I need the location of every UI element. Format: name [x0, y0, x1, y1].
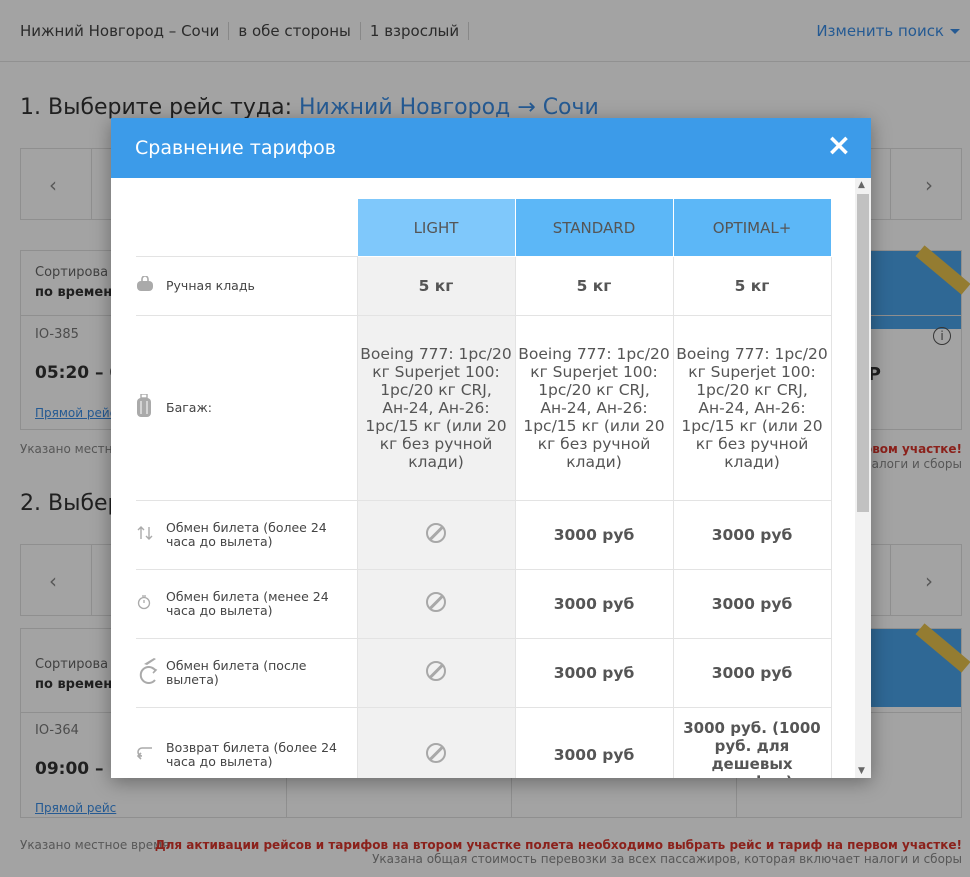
- table-row: Обмен билета (более 24 часа до вылета) 3…: [136, 500, 832, 570]
- column-header-standard: STANDARD: [514, 198, 674, 257]
- table-header-blank: [136, 198, 357, 257]
- row-label: Обмен билета (после вылета): [136, 638, 358, 708]
- hand-luggage-icon: [136, 275, 166, 296]
- table-header-row: LIGHT STANDARD OPTIMAL+: [136, 198, 832, 257]
- row-label: Возврат билета (более 24 часа до вылета): [136, 707, 358, 778]
- table-row: Ручная кладь 5 кг 5 кг 5 кг: [136, 256, 832, 316]
- table-row: Возврат билета (более 24 часа до вылета)…: [136, 707, 832, 778]
- table-row: Багаж: Boeing 777: 1pc/20 кг Superjet 10…: [136, 315, 832, 501]
- fare-comparison-table: LIGHT STANDARD OPTIMAL+ Ручная кладь 5 к…: [136, 198, 832, 778]
- scrollbar-thumb[interactable]: [857, 194, 869, 512]
- row-label-text: Обмен билета (более 24 часа до вылета): [166, 520, 327, 549]
- row-label-text: Возврат билета (более 24 часа до вылета): [166, 739, 337, 769]
- row-label: Ручная кладь: [136, 256, 358, 316]
- cell-optimal: 3000 руб: [672, 638, 832, 708]
- unavailable-icon: [426, 592, 446, 612]
- modal-header: Сравнение тарифов ×: [111, 118, 871, 178]
- modal-scrollbar[interactable]: ▲ ▼: [855, 178, 871, 778]
- unavailable-icon: [426, 523, 446, 543]
- row-label-text: Багаж:: [166, 400, 212, 415]
- table-row: Обмен билета (после вылета) 3000 руб 300…: [136, 638, 832, 708]
- stopwatch-icon: [136, 594, 166, 614]
- cell-optimal: 3000 руб. (1000 руб. для дешевых тарифов…: [672, 707, 832, 778]
- row-label-text: Обмен билета (после вылета): [166, 658, 307, 687]
- close-icon[interactable]: ×: [825, 131, 853, 161]
- modal-title: Сравнение тарифов: [135, 137, 336, 159]
- plane-cycle-icon: [136, 656, 166, 690]
- cell-light-unavailable: [356, 569, 516, 639]
- cell-standard: 3000 руб: [514, 638, 674, 708]
- cell-standard: 3000 руб: [514, 707, 674, 778]
- cell-standard: 3000 руб: [514, 569, 674, 639]
- row-label: Обмен билета (более 24 часа до вылета): [136, 500, 358, 570]
- scroll-up-icon[interactable]: ▲: [858, 180, 865, 190]
- cell-light-unavailable: [356, 500, 516, 570]
- column-header-light: LIGHT: [356, 198, 516, 257]
- cell-standard: 5 кг: [514, 256, 674, 316]
- cell-light-unavailable: [356, 707, 516, 778]
- fare-comparison-modal: Сравнение тарифов × LIGHT STANDARD OPTIM…: [111, 118, 871, 778]
- scroll-down-icon[interactable]: ▼: [858, 766, 865, 776]
- modal-body: LIGHT STANDARD OPTIMAL+ Ручная кладь 5 к…: [111, 178, 855, 778]
- row-label: Обмен билета (менее 24 часа до вылета): [136, 569, 358, 639]
- baggage-icon: [136, 393, 166, 422]
- row-label-text: Ручная кладь: [166, 278, 255, 293]
- exchange-arrows-icon: [136, 525, 166, 545]
- column-header-optimal: OPTIMAL+: [672, 198, 832, 257]
- cell-optimal: 5 кг: [672, 256, 832, 316]
- table-row: Обмен билета (менее 24 часа до вылета) 3…: [136, 569, 832, 639]
- row-label-text: Обмен билета (менее 24 часа до вылета): [166, 589, 329, 618]
- cell-optimal: Boeing 777: 1pc/20 кг Superjet 100: 1pc/…: [672, 315, 832, 501]
- cell-standard: 3000 руб: [514, 500, 674, 570]
- cell-optimal: 3000 руб: [672, 500, 832, 570]
- refund-arrow-icon: [136, 745, 166, 764]
- cell-light: Boeing 777: 1pc/20 кг Superjet 100: 1pc/…: [356, 315, 516, 501]
- row-label: Багаж:: [136, 315, 358, 501]
- cell-optimal: 3000 руб: [672, 569, 832, 639]
- unavailable-icon: [426, 742, 446, 763]
- cell-standard: Boeing 777: 1pc/20 кг Superjet 100: 1pc/…: [514, 315, 674, 501]
- cell-light: 5 кг: [356, 256, 516, 316]
- cell-light-unavailable: [356, 638, 516, 708]
- unavailable-icon: [426, 661, 446, 681]
